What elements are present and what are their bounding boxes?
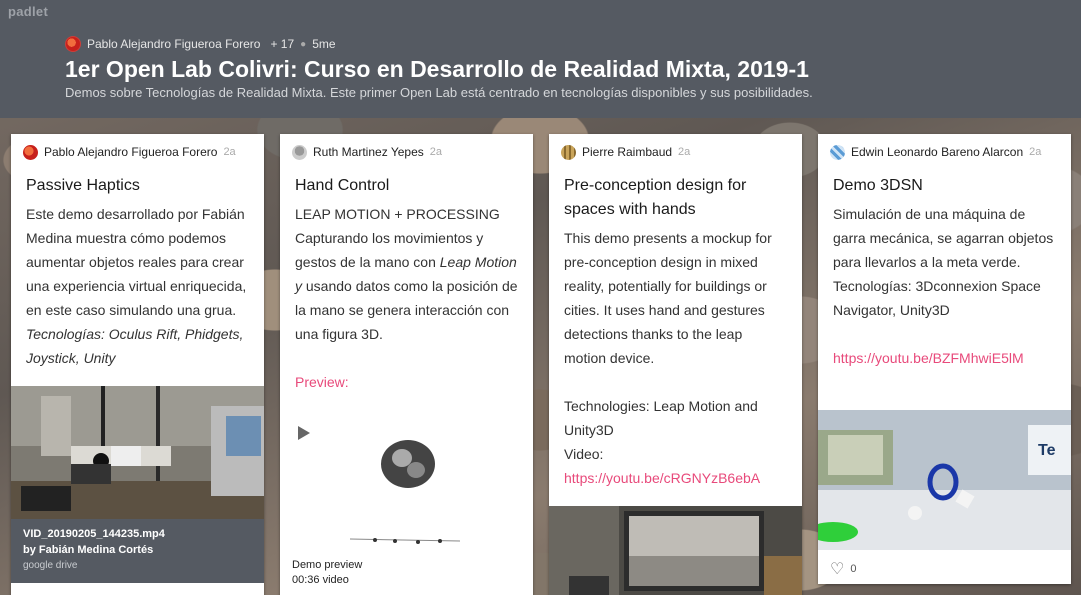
video-link[interactable]: https://youtu.be/BZFMhwiE5lM bbox=[833, 346, 1056, 370]
unity-scene-image: Te bbox=[818, 410, 1071, 550]
page-title: 1er Open Lab Colivri: Curso en Desarroll… bbox=[65, 56, 809, 82]
post-header: Pierre Raimbaud 2a bbox=[549, 134, 802, 170]
header-meta: Pablo Alejandro Figueroa Forero + 17 ● 5… bbox=[65, 36, 336, 52]
crane-setup-image bbox=[11, 386, 264, 519]
hand-control-preview-image bbox=[280, 414, 533, 559]
post-body: This demo presents a mockup for pre-conc… bbox=[549, 222, 802, 500]
attachment-source: google drive bbox=[23, 560, 78, 571]
author-avatar bbox=[830, 144, 845, 160]
monitor-setup-image bbox=[549, 506, 802, 595]
post-age: 2a bbox=[678, 146, 691, 158]
post-age: 2a bbox=[429, 146, 442, 158]
like-count: 0 bbox=[850, 563, 857, 575]
author-avatar[interactable] bbox=[65, 36, 81, 52]
post-text-heading: LEAP MOTION + PROCESSING bbox=[295, 206, 500, 222]
attachment-caption[interactable]: VID_20190205_144235.mp4 by Fabián Medina… bbox=[11, 519, 264, 583]
header-time: 5me bbox=[312, 37, 336, 51]
attachment-duration: 00:36 video bbox=[292, 574, 349, 586]
post-author: Edwin Leonardo Bareno Alarcon bbox=[851, 145, 1024, 159]
author-avatar bbox=[292, 144, 307, 160]
author-avatar bbox=[23, 144, 38, 160]
post-card-hand-control[interactable]: Ruth Martinez Yepes 2a Hand Control LEAP… bbox=[280, 134, 533, 595]
attachment-name: Demo preview bbox=[292, 559, 363, 571]
page-subtitle: Demos sobre Tecnologías de Realidad Mixt… bbox=[65, 85, 813, 100]
post-footer: ♡ 0 bbox=[818, 555, 868, 583]
video-preview[interactable] bbox=[280, 414, 533, 559]
scene-sign-text: Te bbox=[1038, 442, 1056, 459]
post-text-italic: Tecnologías: Oculus Rift, Phidgets, Joys… bbox=[26, 326, 244, 366]
post-author: Pierre Raimbaud bbox=[582, 145, 673, 159]
video-thumbnail[interactable] bbox=[11, 386, 264, 519]
separator-dot: ● bbox=[300, 38, 307, 50]
post-body: Este demo desarrollado por Fabián Medina… bbox=[11, 198, 264, 380]
attachment-caption[interactable]: Demo preview 00:36 video bbox=[292, 558, 362, 588]
post-header: Pablo Alejandro Figueroa Forero 2a bbox=[11, 134, 264, 170]
post-card-passive-haptics[interactable]: Pablo Alejandro Figueroa Forero 2a Passi… bbox=[11, 134, 264, 595]
post-title: Hand Control bbox=[295, 177, 390, 194]
post-text: This demo presents a mockup for pre-conc… bbox=[564, 230, 772, 366]
post-title: Pre-conception design for spaces with ha… bbox=[564, 177, 747, 218]
post-author: Pablo Alejandro Figueroa Forero bbox=[44, 145, 218, 159]
padlet-logo[interactable]: padlet bbox=[8, 4, 48, 19]
post-card-demo-3dsn[interactable]: Edwin Leonardo Bareno Alarcon 2a Demo 3D… bbox=[818, 134, 1071, 584]
video-label: Video: bbox=[564, 446, 604, 462]
post-header: Edwin Leonardo Bareno Alarcon 2a bbox=[818, 134, 1071, 170]
author-avatar bbox=[561, 144, 576, 160]
header-author[interactable]: Pablo Alejandro Figueroa Forero bbox=[87, 37, 260, 51]
post-body: LEAP MOTION + PROCESSING Capturando los … bbox=[280, 198, 533, 404]
preview-label: Preview: bbox=[295, 374, 349, 390]
video-thumbnail[interactable]: Te bbox=[818, 410, 1071, 550]
attachment-author: by Fabián Medina Cortés bbox=[23, 544, 154, 556]
post-age: 2a bbox=[223, 146, 236, 158]
post-text: Simulación de una máquina de garra mecán… bbox=[833, 206, 1054, 318]
post-card-pre-conception[interactable]: Pierre Raimbaud 2a Pre-conception design… bbox=[549, 134, 802, 595]
post-text: Capturando los movimientos y gestos de l… bbox=[295, 226, 518, 346]
padlet-header: padlet Pablo Alejandro Figueroa Forero +… bbox=[0, 0, 1081, 118]
post-text: Este demo desarrollado por Fabián Medina… bbox=[26, 206, 247, 318]
video-link[interactable]: https://youtu.be/cRGNYzB6ebA bbox=[564, 466, 787, 490]
post-title: Passive Haptics bbox=[26, 177, 140, 194]
video-thumbnail[interactable] bbox=[549, 506, 802, 595]
post-title: Demo 3DSN bbox=[833, 177, 923, 194]
post-body: Simulación de una máquina de garra mecán… bbox=[818, 198, 1071, 380]
heart-icon[interactable]: ♡ bbox=[830, 559, 844, 579]
post-tech: Technologies: Leap Motion and Unity3D bbox=[564, 398, 758, 438]
attachment-name: VID_20190205_144235.mp4 bbox=[23, 528, 165, 540]
post-age: 2a bbox=[1029, 146, 1042, 158]
post-header: Ruth Martinez Yepes 2a bbox=[280, 134, 533, 170]
header-likes: + 17 bbox=[270, 37, 295, 51]
post-author: Ruth Martinez Yepes bbox=[313, 145, 424, 159]
post-text-part2: usando datos como la posición de la mano… bbox=[295, 278, 518, 342]
